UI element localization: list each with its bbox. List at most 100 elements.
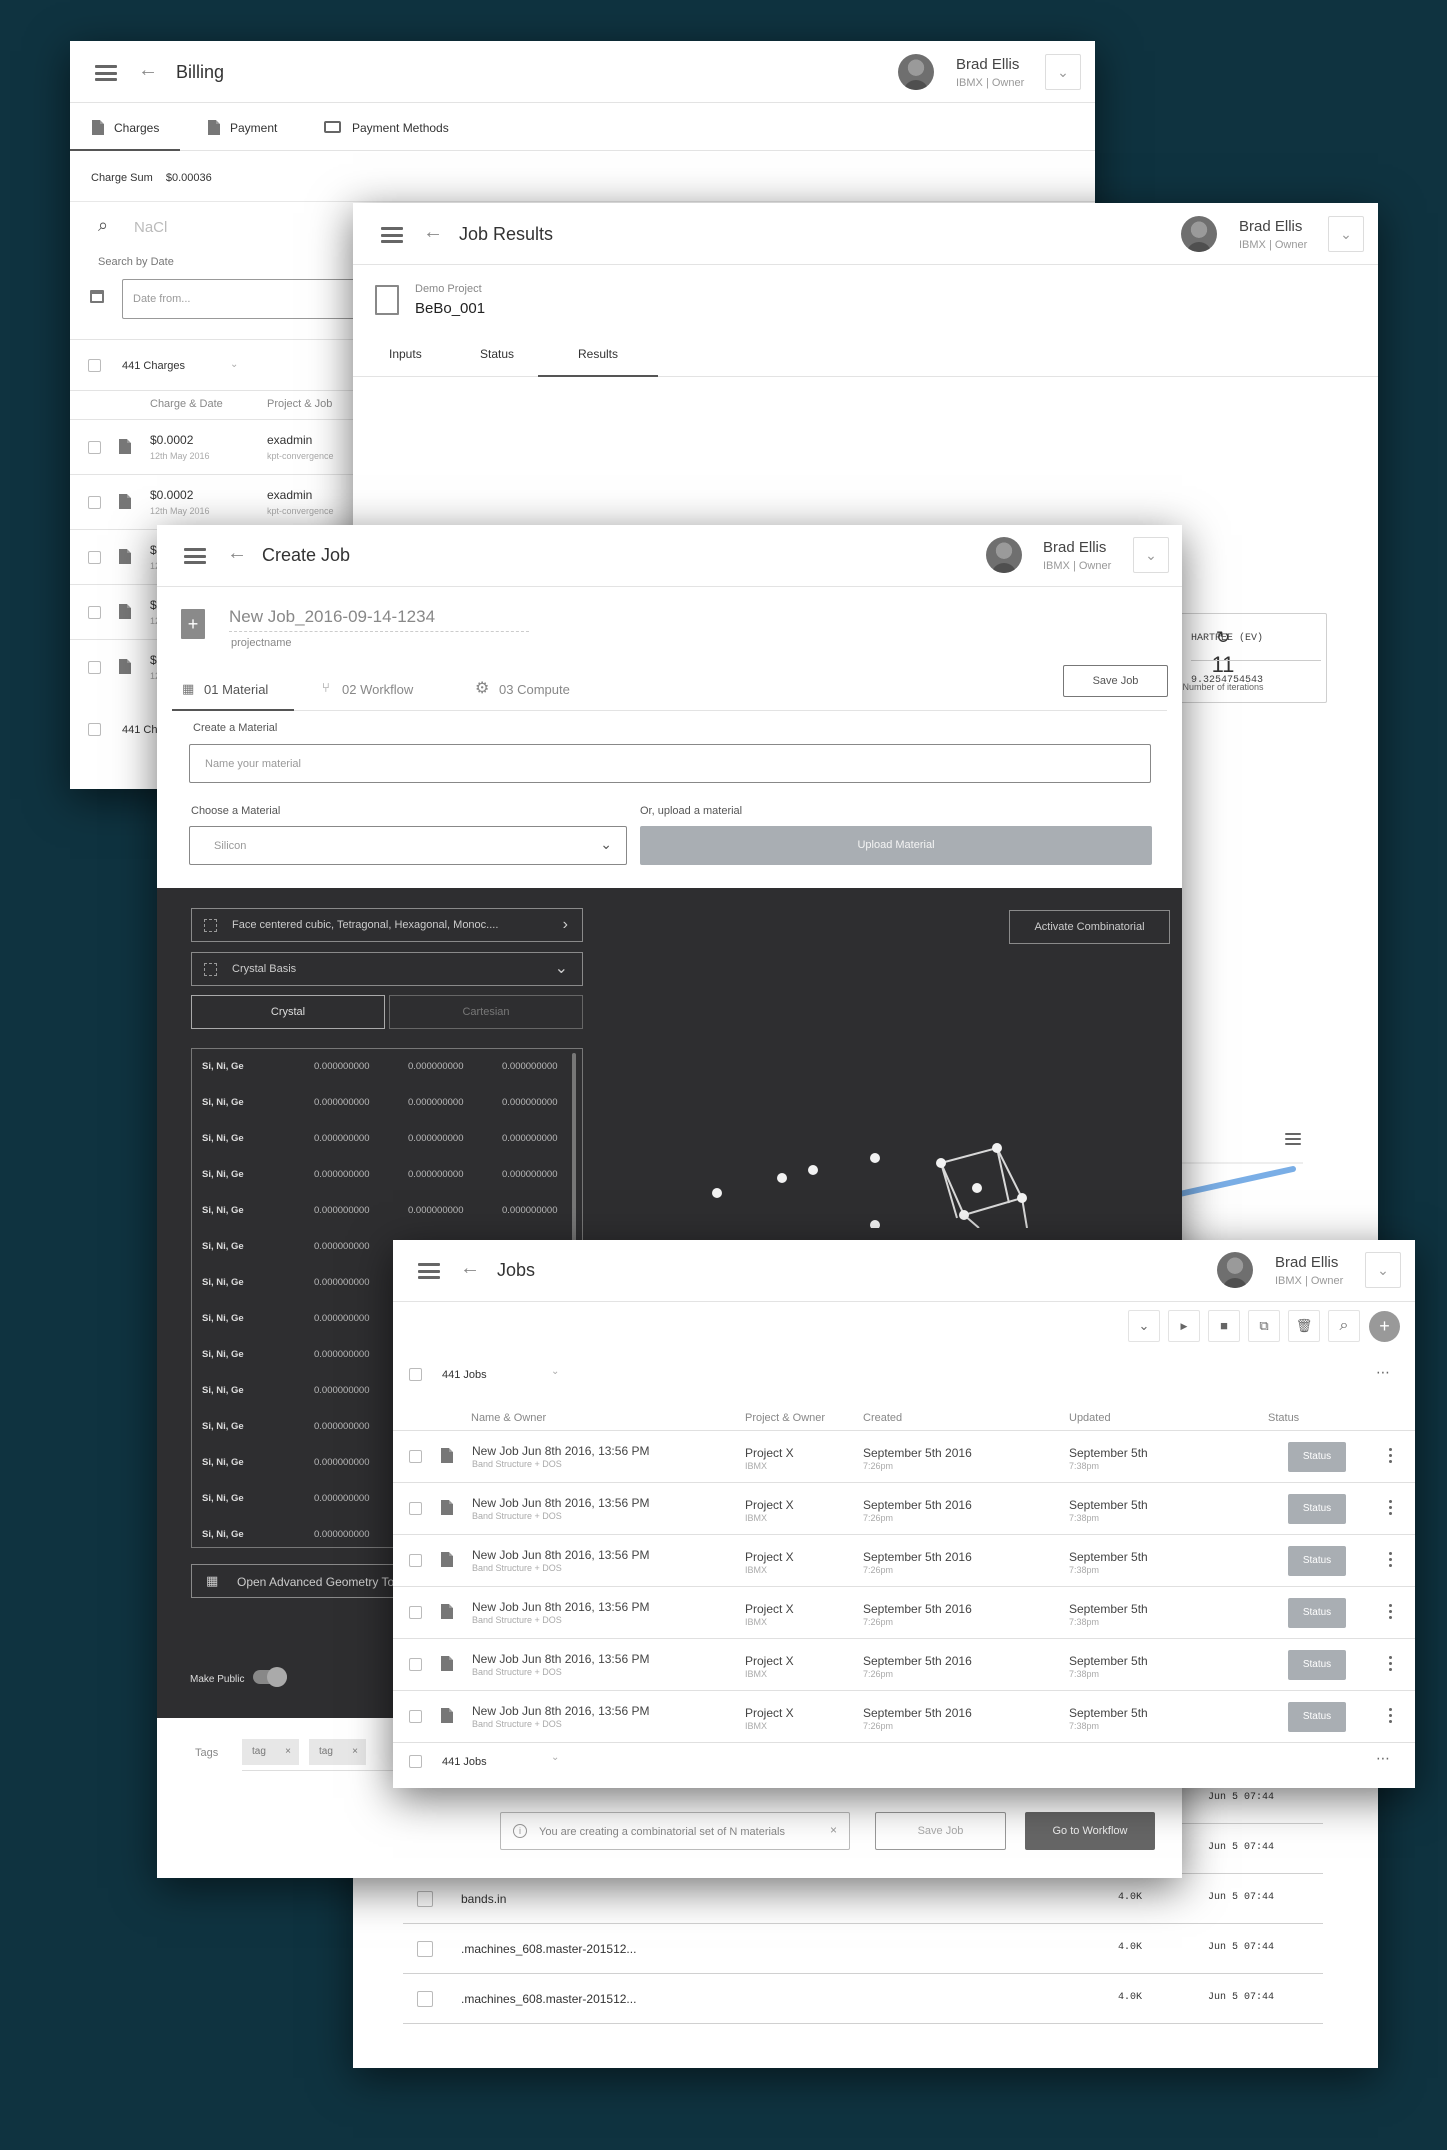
status-button[interactable]: Status <box>1288 1702 1346 1732</box>
coord-y[interactable]: 0.000000000 <box>408 1097 463 1108</box>
back-arrow-icon[interactable]: ← <box>138 60 158 80</box>
coord-z[interactable]: 0.000000000 <box>502 1205 557 1216</box>
trash-icon[interactable]: 🗑 <box>1288 1310 1320 1342</box>
material-select[interactable]: Silicon ⌄ <box>189 826 627 865</box>
row-checkbox[interactable] <box>417 1941 433 1957</box>
coord-x[interactable]: 0.000000000 <box>314 1493 369 1504</box>
make-public-toggle[interactable] <box>253 1667 287 1687</box>
search-input[interactable]: NaCl <box>134 219 167 236</box>
tab-results[interactable]: Results <box>538 329 658 377</box>
tab-cartesian[interactable]: Cartesian <box>389 995 583 1029</box>
back-arrow-icon[interactable]: ← <box>423 222 443 242</box>
save-job-button[interactable]: Save Job <box>1063 665 1168 697</box>
more-vertical-icon[interactable] <box>1389 1500 1393 1518</box>
add-job-button[interactable]: + <box>1369 1311 1400 1342</box>
coord-x[interactable]: 0.000000000 <box>314 1277 369 1288</box>
calendar-icon[interactable] <box>90 290 104 303</box>
close-icon[interactable]: × <box>352 1739 358 1765</box>
table-row[interactable]: New Job Jun 8th 2016, 13:56 PM Band Stru… <box>393 1483 1415 1535</box>
row-checkbox[interactable] <box>88 661 101 674</box>
activate-combinatorial-button[interactable]: Activate Combinatorial <box>1009 910 1170 944</box>
row-checkbox[interactable] <box>409 1710 422 1723</box>
coord-x[interactable]: 0.000000000 <box>314 1349 369 1360</box>
back-arrow-icon[interactable]: ← <box>460 1258 480 1278</box>
status-button[interactable]: Status <box>1288 1546 1346 1576</box>
coord-y[interactable]: 0.000000000 <box>408 1169 463 1180</box>
search-icon[interactable]: ⌕ <box>1328 1310 1360 1342</box>
row-checkbox[interactable] <box>409 1658 422 1671</box>
status-button[interactable]: Status <box>1288 1494 1346 1524</box>
file-row[interactable]: .machines_608.master-201512... 4.0K Jun … <box>403 1924 1323 1974</box>
user-menu-dropdown[interactable]: ⌄ <box>1365 1252 1401 1288</box>
coord-x[interactable]: 0.000000000 <box>314 1097 369 1108</box>
tab-crystal[interactable]: Crystal <box>191 995 385 1029</box>
row-checkbox[interactable] <box>409 1606 422 1619</box>
coord-z[interactable]: 0.000000000 <box>502 1061 557 1072</box>
chevron-down-icon[interactable]: ⌄ <box>551 1366 559 1377</box>
coord-y[interactable]: 0.000000000 <box>408 1133 463 1144</box>
coord-z[interactable]: 0.000000000 <box>502 1169 557 1180</box>
select-all-checkbox-footer[interactable] <box>88 723 101 736</box>
copy-icon[interactable]: ⧉ <box>1248 1310 1280 1342</box>
coord-x[interactable]: 0.000000000 <box>314 1529 369 1540</box>
select-all-checkbox-footer[interactable] <box>409 1755 422 1768</box>
close-icon[interactable]: × <box>285 1739 291 1765</box>
play-icon[interactable]: ▶ <box>1168 1310 1200 1342</box>
back-arrow-icon[interactable]: ← <box>227 543 247 563</box>
coordinate-row[interactable]: Si, Ni, Ge 0.000000000 0.000000000 0.000… <box>192 1157 582 1193</box>
avatar[interactable] <box>986 537 1022 573</box>
table-row[interactable]: New Job Jun 8th 2016, 13:56 PM Band Stru… <box>393 1587 1415 1639</box>
coord-x[interactable]: 0.000000000 <box>314 1313 369 1324</box>
stop-icon[interactable]: ■ <box>1208 1310 1240 1342</box>
coordinate-row[interactable]: Si, Ni, Ge 0.000000000 0.000000000 0.000… <box>192 1085 582 1121</box>
more-vertical-icon[interactable] <box>1389 1656 1393 1674</box>
user-menu-dropdown[interactable]: ⌄ <box>1045 54 1081 90</box>
select-all-checkbox[interactable] <box>88 359 101 372</box>
coord-x[interactable]: 0.000000000 <box>314 1061 369 1072</box>
coord-x[interactable]: 0.000000000 <box>314 1457 369 1468</box>
row-checkbox[interactable] <box>409 1450 422 1463</box>
menu-icon[interactable] <box>418 1263 440 1279</box>
coordinate-row[interactable]: Si, Ni, Ge 0.000000000 0.000000000 0.000… <box>192 1121 582 1157</box>
row-checkbox[interactable] <box>417 1991 433 2007</box>
table-row[interactable]: New Job Jun 8th 2016, 13:56 PM Band Stru… <box>393 1691 1415 1743</box>
chevron-down-icon[interactable]: ⌄ <box>551 1752 559 1763</box>
job-name-input[interactable]: New Job_2016-09-14-1234 <box>229 607 529 632</box>
select-all-checkbox[interactable] <box>409 1368 422 1381</box>
status-button[interactable]: Status <box>1288 1442 1346 1472</box>
tag-chip[interactable]: tag × <box>309 1739 366 1765</box>
material-name-input[interactable]: Name your material <box>189 744 1151 783</box>
more-icon[interactable]: ⋯ <box>1376 1364 1390 1381</box>
status-button[interactable]: Status <box>1288 1650 1346 1680</box>
tab-material[interactable]: ▦ 01 Material <box>172 665 294 711</box>
coordinate-row[interactable]: Si, Ni, Ge 0.000000000 0.000000000 0.000… <box>192 1049 582 1085</box>
crystal-basis-selector[interactable]: Crystal Basis ⌄ <box>191 952 583 986</box>
coord-x[interactable]: 0.000000000 <box>314 1205 369 1216</box>
row-checkbox[interactable] <box>88 441 101 454</box>
menu-icon[interactable] <box>95 65 117 81</box>
tab-charges[interactable]: Charges <box>70 103 180 151</box>
status-button[interactable]: Status <box>1288 1598 1346 1628</box>
tag-chip[interactable]: tag × <box>242 1739 299 1765</box>
avatar[interactable] <box>1181 216 1217 252</box>
project-name-input[interactable]: projectname <box>231 637 292 649</box>
tab-status[interactable]: Status <box>480 347 514 361</box>
user-menu-dropdown[interactable]: ⌄ <box>1133 537 1169 573</box>
footer-save-job-button[interactable]: Save Job <box>875 1812 1006 1850</box>
coordinate-row[interactable]: Si, Ni, Ge 0.000000000 0.000000000 0.000… <box>192 1193 582 1229</box>
table-row[interactable]: New Job Jun 8th 2016, 13:56 PM Band Stru… <box>393 1431 1415 1483</box>
file-row[interactable]: bands.in 4.0K Jun 5 07:44 <box>403 1874 1323 1924</box>
coord-x[interactable]: 0.000000000 <box>314 1421 369 1432</box>
row-checkbox[interactable] <box>409 1554 422 1567</box>
more-vertical-icon[interactable] <box>1389 1708 1393 1726</box>
menu-icon[interactable] <box>381 227 403 243</box>
coord-y[interactable]: 0.000000000 <box>408 1061 463 1072</box>
coord-x[interactable]: 0.000000000 <box>314 1169 369 1180</box>
coord-z[interactable]: 0.000000000 <box>502 1097 557 1108</box>
table-row[interactable]: New Job Jun 8th 2016, 13:56 PM Band Stru… <box>393 1535 1415 1587</box>
coord-x[interactable]: 0.000000000 <box>314 1241 369 1252</box>
more-vertical-icon[interactable] <box>1389 1552 1393 1570</box>
more-vertical-icon[interactable] <box>1389 1604 1393 1622</box>
row-checkbox[interactable] <box>88 551 101 564</box>
more-vertical-icon[interactable] <box>1389 1448 1393 1466</box>
